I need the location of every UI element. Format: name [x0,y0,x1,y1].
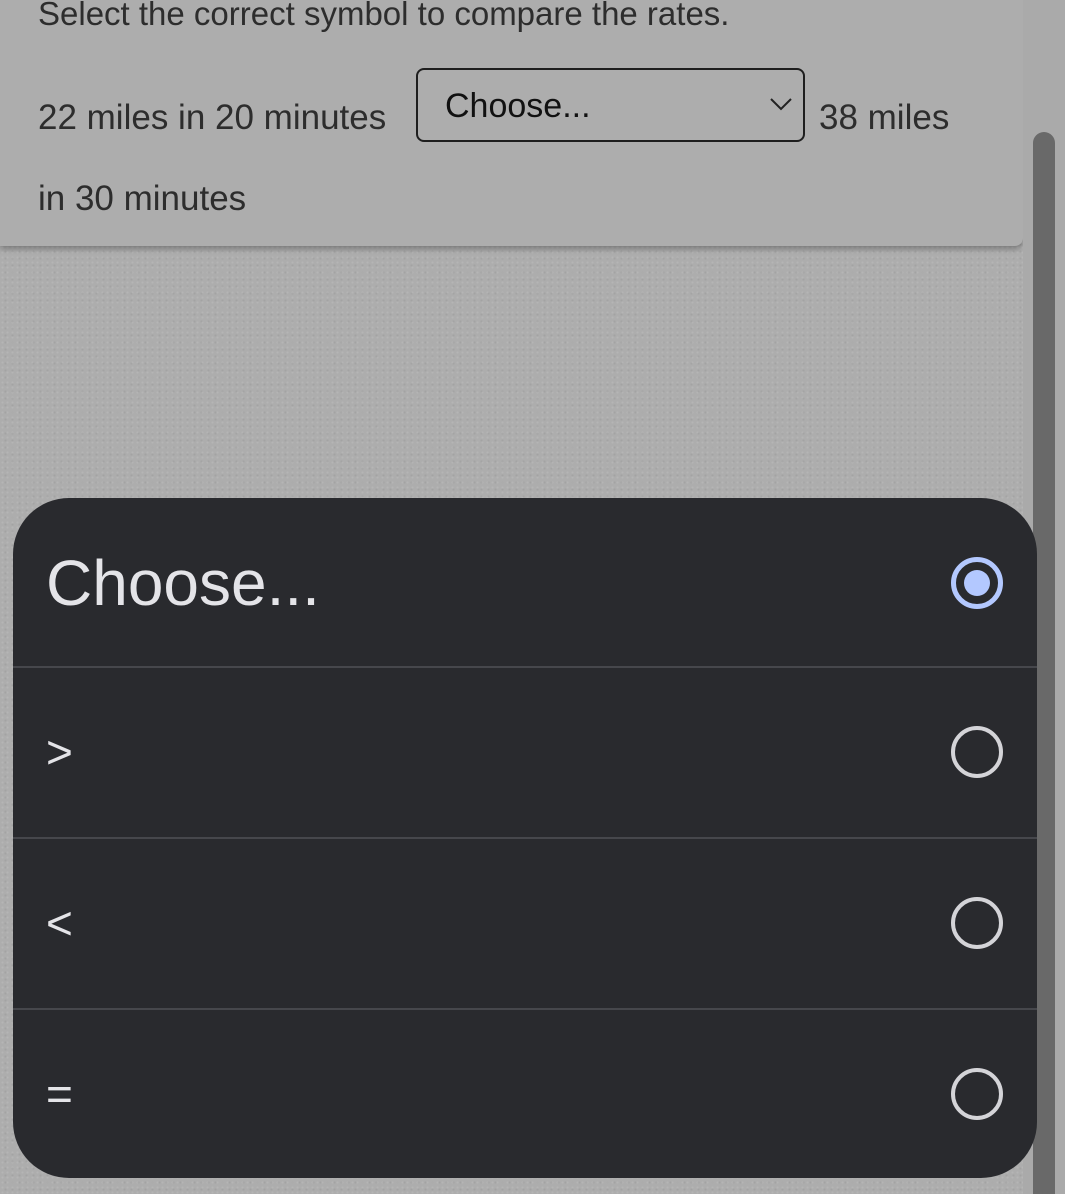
radio-unselected-icon[interactable] [951,897,1003,949]
comparison-select[interactable]: Choose... [416,68,805,142]
chevron-down-icon [770,98,792,111]
option-picker-dialog: Choose... > < = [13,498,1037,1178]
option-equal[interactable]: = [13,1008,1037,1178]
right-rate-text: 38 miles [819,98,950,137]
option-less-than[interactable]: < [13,837,1037,1007]
option-label: Choose... [46,547,320,619]
question-card: Select the correct symbol to compare the… [0,0,1023,246]
option-label: > [46,726,73,778]
left-rate-text: 22 miles in 20 minutes [38,98,387,137]
option-label: = [46,1068,73,1120]
select-value: Choose... [445,87,591,125]
right-rate-text-continued: in 30 minutes [38,179,247,218]
radio-unselected-icon[interactable] [951,726,1003,778]
radio-unselected-icon[interactable] [951,1068,1003,1120]
radio-selected-icon[interactable] [951,557,1003,609]
question-prompt: Select the correct symbol to compare the… [38,0,730,32]
option-label: < [46,897,73,949]
option-greater-than[interactable]: > [13,666,1037,836]
option-choose[interactable]: Choose... [13,498,1037,668]
